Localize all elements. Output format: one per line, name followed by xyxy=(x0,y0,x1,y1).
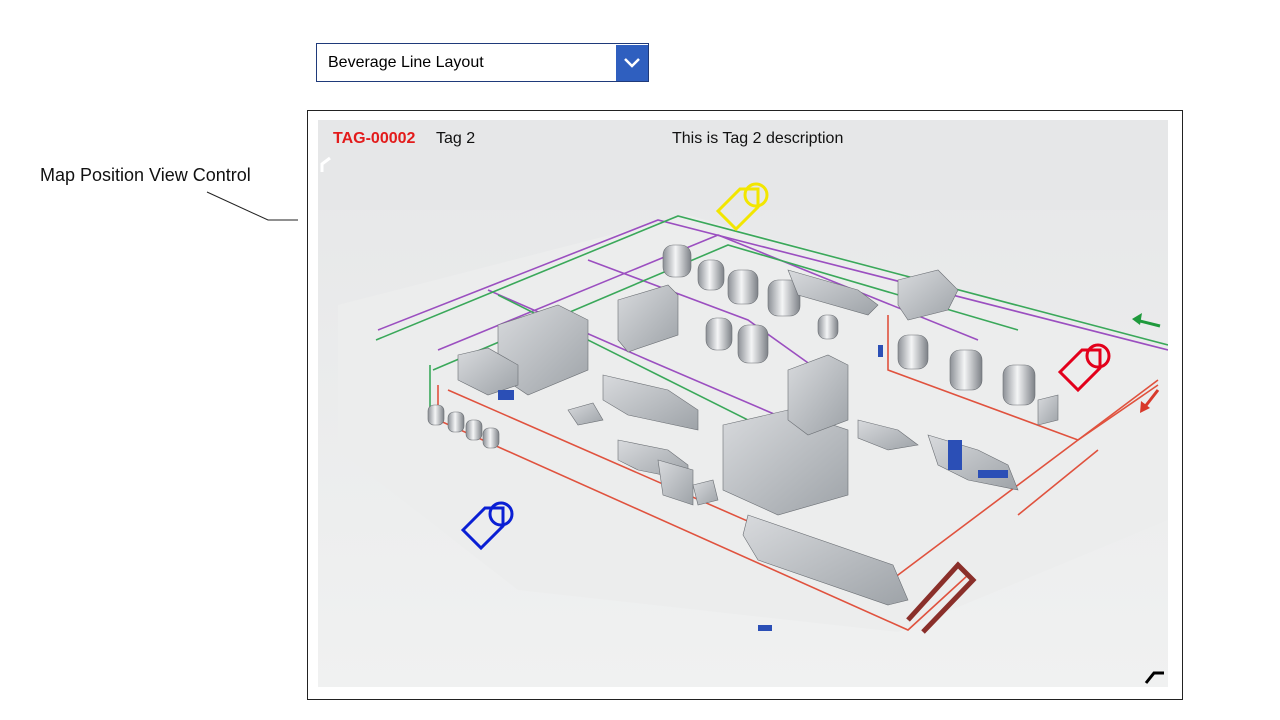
annotation-label: Map Position View Control xyxy=(40,165,251,185)
resize-handle-icon[interactable] xyxy=(1144,663,1166,685)
corner-mark-icon xyxy=(320,156,331,172)
tag-pin-red[interactable] xyxy=(1056,342,1116,405)
map-canvas[interactable]: TAG-00002 Tag 2 This is Tag 2 descriptio… xyxy=(318,120,1168,687)
tag-name: Tag 2 xyxy=(436,130,476,147)
tag-pin-yellow[interactable] xyxy=(714,181,774,244)
tag-icon xyxy=(460,501,514,551)
tag-icon xyxy=(715,182,769,232)
annotation-leader-line xyxy=(206,191,298,221)
layout-dropdown-value: Beverage Line Layout xyxy=(328,53,484,71)
map-position-view-control[interactable]: TAG-00002 Tag 2 This is Tag 2 descriptio… xyxy=(307,110,1183,700)
tag-pin-blue[interactable] xyxy=(459,500,519,563)
tag-id: TAG-00002 xyxy=(333,130,416,147)
tag-description: This is Tag 2 description xyxy=(672,130,844,147)
chevron-down-icon[interactable] xyxy=(616,44,648,81)
tag-icon xyxy=(1057,343,1111,393)
layout-dropdown[interactable]: Beverage Line Layout xyxy=(316,43,649,82)
